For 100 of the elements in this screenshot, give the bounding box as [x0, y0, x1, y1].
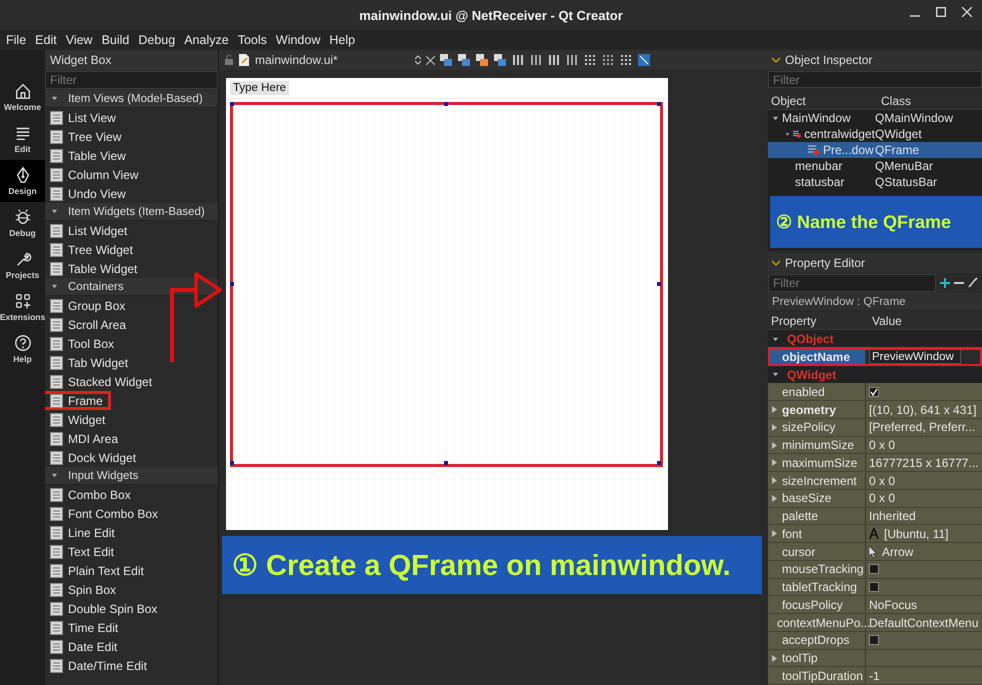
collapsed-arrow-icon[interactable]	[772, 442, 777, 449]
menu-item[interactable]: Debug	[138, 33, 176, 47]
widget-item[interactable]: Time Edit	[45, 618, 218, 637]
menu-item[interactable]: Tools	[238, 33, 267, 47]
mode-button[interactable]: Design	[0, 160, 45, 202]
property-row[interactable]: toolTipDuration -1	[768, 667, 982, 685]
checkbox[interactable]	[869, 564, 879, 574]
filter-field[interactable]: Filter	[768, 274, 936, 292]
collapsed-arrow-icon[interactable]	[772, 654, 777, 662]
maximize-icon[interactable]	[936, 7, 946, 17]
expanded-arrow-icon[interactable]	[51, 472, 58, 479]
layout-tool-icon[interactable]	[620, 54, 632, 66]
resize-handle[interactable]	[657, 282, 661, 286]
expanded-arrow-icon[interactable]	[785, 130, 790, 138]
column-header[interactable]: Property	[768, 312, 869, 330]
resize-handle[interactable]	[230, 461, 234, 465]
resize-handle[interactable]	[444, 102, 448, 106]
value-field[interactable]: PreviewWindow	[869, 349, 961, 364]
expanded-arrow-icon[interactable]	[772, 371, 779, 378]
menu-item[interactable]: Edit	[35, 33, 57, 47]
layout-tool-icon[interactable]	[476, 54, 488, 66]
widget-item[interactable]: Scroll Area	[45, 315, 218, 334]
frame-widget[interactable]	[230, 102, 663, 467]
widget-item[interactable]: Tree Widget	[45, 240, 218, 259]
menu-item[interactable]: Analyze	[184, 33, 229, 47]
mode-button[interactable]: Help	[0, 328, 45, 370]
checkbox[interactable]	[869, 582, 879, 592]
expanded-arrow-icon[interactable]	[772, 114, 779, 122]
tree-row[interactable]: menubar QMenuBar	[768, 158, 982, 174]
collapsed-arrow-icon[interactable]	[772, 494, 777, 502]
mode-button[interactable]: Debug	[0, 202, 45, 244]
collapsed-arrow-icon[interactable]	[772, 530, 777, 538]
widget-item[interactable]: Spin Box	[45, 580, 218, 599]
widget-item[interactable]: Group Box	[45, 296, 218, 315]
property-row[interactable]: tabletTracking	[768, 578, 982, 596]
widget-item[interactable]: Line Edit	[45, 523, 218, 542]
property-row[interactable]: enabled	[768, 383, 982, 402]
widget-item[interactable]: Stacked Widget	[45, 372, 218, 391]
widget-item[interactable]: Table View	[45, 146, 218, 165]
plus-icon[interactable]	[940, 278, 950, 288]
widget-item[interactable]: Font Combo Box	[45, 504, 218, 523]
expanded-arrow-icon[interactable]	[51, 95, 58, 102]
mode-button[interactable]: Edit	[0, 118, 45, 160]
collapsed-arrow-icon[interactable]	[772, 459, 777, 466]
resize-handle[interactable]	[444, 461, 448, 465]
tree-row[interactable]: Pre...dowQFrame	[768, 142, 982, 158]
property-row[interactable]: palette Inherited	[768, 508, 982, 526]
menu-placeholder[interactable]: Type Here	[230, 81, 290, 95]
resize-handle[interactable]	[657, 102, 661, 106]
property-row[interactable]: baseSize 0 x 0	[768, 490, 982, 508]
mode-button[interactable]: Welcome	[0, 76, 45, 118]
collapsed-arrow-icon[interactable]	[772, 406, 777, 414]
mode-button[interactable]: Extensions	[0, 286, 45, 328]
filter-field[interactable]: Filter	[768, 70, 982, 88]
mode-button[interactable]: Projects	[0, 244, 45, 286]
widget-item[interactable]: Combo Box	[45, 485, 218, 504]
column-header[interactable]: Object	[768, 93, 878, 110]
property-row[interactable]: cursor Arrow	[768, 543, 982, 561]
property-row[interactable]: mouseTracking	[768, 560, 982, 579]
menu-item[interactable]: File	[6, 33, 26, 47]
widget-item[interactable]: Frame	[45, 391, 111, 410]
collapsed-arrow-icon[interactable]	[772, 424, 777, 431]
property-row[interactable]: focusPolicy NoFocus	[768, 596, 982, 614]
property-row[interactable]: sizeIncrement 0 x 0	[768, 472, 982, 490]
expanded-arrow-icon[interactable]	[51, 208, 58, 215]
widget-item[interactable]: Tree View	[45, 127, 218, 146]
filter-field[interactable]: Filter	[45, 71, 218, 89]
menu-item[interactable]: Help	[329, 33, 356, 47]
close-icon[interactable]	[426, 56, 435, 64]
layout-tool-icon[interactable]	[440, 54, 452, 66]
widget-item[interactable]: List Widget	[45, 221, 218, 240]
widget-item[interactable]: MDI Area	[45, 429, 218, 448]
property-row[interactable]: maximumSize 16777215 x 16777...	[768, 454, 982, 472]
menu-item[interactable]: Window	[276, 33, 320, 47]
widget-item[interactable]: Date Edit	[45, 637, 218, 656]
menu-item[interactable]: Build	[102, 33, 130, 47]
widget-item[interactable]: Undo View	[45, 184, 218, 203]
widget-item[interactable]: Tool Box	[45, 334, 218, 353]
property-row[interactable]: sizePolicy [Preferred, Preferr...	[768, 418, 982, 437]
property-row[interactable]: contextMenuPo...DefaultContextMenu	[768, 614, 982, 632]
widget-item[interactable]: Widget	[45, 410, 218, 429]
property-row[interactable]: minimumSize 0 x 0	[768, 436, 982, 454]
column-header[interactable]: Class	[878, 93, 912, 110]
resize-handle[interactable]	[230, 282, 234, 286]
menu-item[interactable]: View	[66, 33, 93, 47]
layout-tool-icon[interactable]	[566, 54, 578, 66]
widget-item[interactable]: Double Spin Box	[45, 599, 218, 618]
collapsed-arrow-icon[interactable]	[772, 477, 777, 484]
layout-tool-icon[interactable]	[530, 54, 542, 66]
widget-item[interactable]: Dock Widget	[45, 448, 218, 467]
lock-icon[interactable]	[225, 55, 234, 65]
widget-item[interactable]: Plain Text Edit	[45, 561, 218, 580]
expanded-arrow-icon[interactable]	[772, 336, 779, 343]
widget-item[interactable]: Tab Widget	[45, 353, 218, 372]
property-row[interactable]: font [Ubuntu, 11]	[768, 525, 982, 544]
tree-row[interactable]: MainWindow QMainWindow	[768, 110, 982, 126]
layout-tool-icon[interactable]	[602, 54, 614, 66]
close-icon[interactable]	[962, 7, 972, 17]
widget-item[interactable]: Table Widget	[45, 259, 218, 278]
layout-tool-icon[interactable]	[584, 54, 596, 66]
